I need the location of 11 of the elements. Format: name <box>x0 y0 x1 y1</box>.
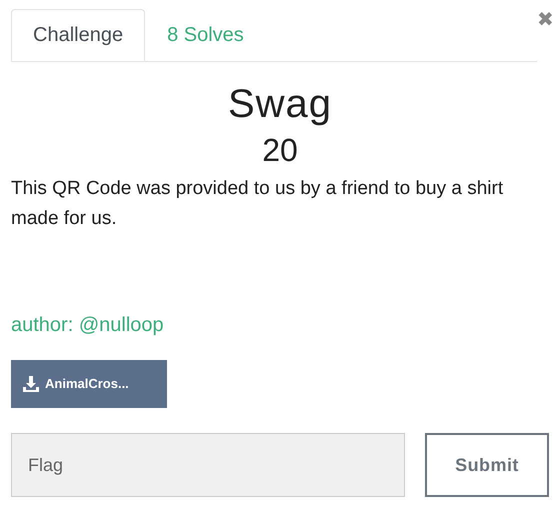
challenge-title: Swag <box>226 81 334 128</box>
tab[interactable]: Challenge <box>11 9 146 61</box>
points: 20 <box>261 131 299 170</box>
tab[interactable]: 8 Solves <box>145 9 266 61</box>
description: This QR Code was provided to us by a friend to buy a shirt made for us. <box>11 177 504 231</box>
flag-input[interactable]: Flag <box>11 433 405 497</box>
author-text: author: @nulloop <box>11 313 165 338</box>
submit-button[interactable]: Submit <box>425 433 549 497</box>
download-button[interactable]: AnimalCros... <box>11 360 167 408</box>
download-icon <box>23 376 39 392</box>
close-button[interactable]: ✖ <box>537 10 554 30</box>
